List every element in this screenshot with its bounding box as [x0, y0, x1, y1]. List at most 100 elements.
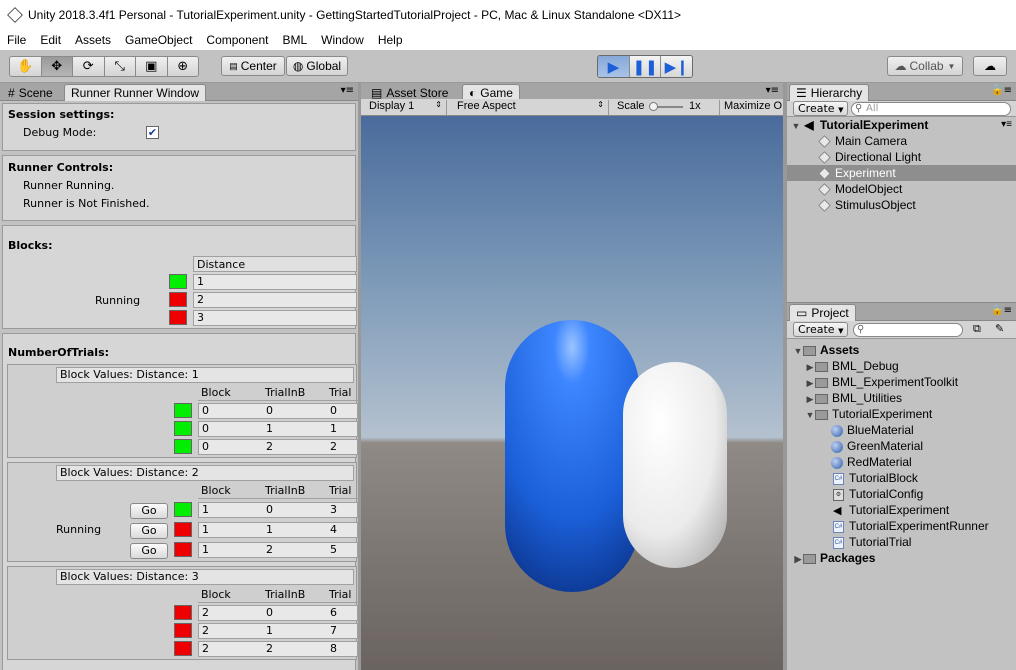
collapsed-arrow-icon[interactable]: ▶: [805, 391, 815, 407]
collapsed-arrow-icon[interactable]: ▶: [805, 359, 815, 375]
cell-trialinb: 2: [266, 543, 273, 556]
hand-icon[interactable]: ✋: [10, 57, 42, 76]
project-folder[interactable]: ▶ BML_Utilities: [787, 390, 1016, 406]
tab-project-label: Project: [811, 306, 849, 320]
play-icon[interactable]: ▶: [598, 56, 630, 77]
project-asset[interactable]: C# TutorialTrial: [787, 534, 1016, 550]
filter-type-icon[interactable]: ⧉: [973, 322, 981, 336]
blue-capsule[interactable]: [505, 320, 639, 592]
tab-project[interactable]: ▭ Project: [789, 304, 856, 321]
play-controls: ▶ ❚❚ ▶❙: [597, 55, 693, 78]
debug-mode-checkbox[interactable]: ✔: [146, 126, 159, 139]
aspect-select[interactable]: Free Aspect ⇕: [453, 100, 609, 115]
project-asset[interactable]: BlueMaterial: [787, 422, 1016, 438]
table-row: 2 1 7: [198, 623, 358, 639]
project-folder[interactable]: ▶ BML_ExperimentToolkit: [787, 374, 1016, 390]
game-render: [505, 320, 727, 592]
lock-icon[interactable]: 🔒≡: [991, 85, 1012, 96]
menu-file[interactable]: File: [0, 33, 33, 47]
expanded-arrow-icon[interactable]: ▼: [805, 407, 815, 423]
menu-gameobject[interactable]: GameObject: [118, 33, 199, 47]
runner-status-finished: Runner is Not Finished.: [23, 197, 150, 210]
transform-icon[interactable]: ⊕: [167, 57, 198, 76]
hierarchy-item[interactable]: Main Camera: [787, 133, 1016, 149]
step-icon[interactable]: ▶❙: [661, 56, 692, 77]
assets-label: Assets: [820, 343, 860, 357]
hierarchy-item-selected[interactable]: Experiment: [787, 165, 1016, 181]
menu-help[interactable]: Help: [371, 33, 410, 47]
blocks-running-label: Running: [95, 294, 141, 307]
hierarchy-item[interactable]: Directional Light: [787, 149, 1016, 165]
cell-trial: 8: [330, 642, 337, 655]
game-view[interactable]: [361, 116, 783, 670]
menu-edit[interactable]: Edit: [33, 33, 68, 47]
project-create-button[interactable]: Create ▼: [793, 322, 849, 337]
scale-icon[interactable]: ⤡: [104, 57, 136, 76]
display-select[interactable]: Display 1 ⇕: [365, 100, 447, 115]
packages-root[interactable]: ▶ Packages: [787, 550, 1016, 566]
space-global-button[interactable]: ◍ Global: [286, 56, 348, 76]
splitter-right[interactable]: [783, 83, 787, 670]
hierarchy-item[interactable]: ModelObject: [787, 181, 1016, 197]
scene-menu-icon[interactable]: ▾≡: [1001, 117, 1012, 133]
menu-bml[interactable]: BML: [275, 33, 314, 47]
rect-icon[interactable]: ▣: [136, 57, 168, 76]
pivot-center-button[interactable]: ▤ Center: [221, 56, 285, 76]
table-row: 2 2 8: [198, 641, 358, 657]
tab-menu-icon[interactable]: ▾≡: [766, 85, 779, 96]
maximize-toggle[interactable]: Maximize O: [719, 100, 783, 115]
project-asset[interactable]: C# TutorialBlock: [787, 470, 1016, 486]
rotate-icon[interactable]: ⟳: [73, 57, 105, 76]
scene-root[interactable]: ▼ ◀ TutorialExperiment ▾≡: [787, 117, 1016, 133]
table-row: 2 0 6: [198, 605, 358, 621]
project-asset[interactable]: ⚙ TutorialConfig: [787, 486, 1016, 502]
project-search-input[interactable]: ⚲: [853, 323, 963, 337]
go-button[interactable]: Go: [130, 523, 168, 539]
move-icon[interactable]: ✥: [41, 57, 73, 76]
session-settings-box: Session settings: Debug Mode: ✔: [2, 103, 356, 151]
scale-slider[interactable]: [649, 102, 683, 111]
menu-assets[interactable]: Assets: [68, 33, 118, 47]
expanded-arrow-icon[interactable]: ▼: [793, 343, 803, 359]
tab-runner-window[interactable]: Runner Runner Window: [64, 84, 207, 101]
cell-block: 2: [202, 606, 209, 619]
tab-scene[interactable]: # Scene: [2, 84, 59, 101]
menu-component[interactable]: Component: [199, 33, 275, 47]
expanded-arrow-icon[interactable]: ▼: [791, 118, 801, 134]
project-asset[interactable]: C# TutorialExperimentRunner: [787, 518, 1016, 534]
scale-label: Scale: [617, 100, 645, 112]
folder-label: TutorialExperiment: [832, 407, 933, 421]
project-asset[interactable]: GreenMaterial: [787, 438, 1016, 454]
menu-window[interactable]: Window: [314, 33, 371, 47]
assets-root[interactable]: ▼ Assets: [787, 342, 1016, 358]
collab-button[interactable]: ☁ Collab ▼: [887, 56, 963, 76]
cell-trial: 2: [330, 440, 337, 453]
hierarchy-create-button[interactable]: Create ▼: [793, 101, 849, 116]
project-folder[interactable]: ▼ TutorialExperiment: [787, 406, 1016, 422]
tab-hierarchy[interactable]: ☰ Hierarchy: [789, 84, 870, 101]
project-asset[interactable]: ◀ TutorialExperiment: [787, 502, 1016, 518]
collapsed-arrow-icon[interactable]: ▶: [805, 375, 815, 391]
lock-icon[interactable]: 🔒≡: [991, 305, 1012, 316]
project-folder[interactable]: ▶ BML_Debug: [787, 358, 1016, 374]
runner-controls-title: Runner Controls:: [8, 161, 114, 174]
go-button[interactable]: Go: [130, 543, 168, 559]
tab-menu-icon[interactable]: ▾≡: [341, 85, 354, 96]
collapsed-arrow-icon[interactable]: ▶: [793, 551, 803, 567]
trial-status-indicator: [174, 403, 192, 418]
cloud-button[interactable]: ☁: [973, 56, 1007, 76]
script-icon: C#: [833, 536, 844, 549]
go-button[interactable]: Go: [130, 503, 168, 519]
splitter-left[interactable]: [358, 83, 361, 670]
pause-icon[interactable]: ❚❚: [629, 56, 662, 77]
hierarchy-search-input[interactable]: ⚲ All: [851, 102, 1011, 116]
blocks-box: Blocks: Distance Running 1 2 3: [2, 225, 357, 329]
material-icon: [831, 456, 843, 469]
hierarchy-item[interactable]: StimulusObject: [787, 197, 1016, 213]
filter-label-icon[interactable]: ✎: [995, 322, 1004, 335]
project-asset[interactable]: RedMaterial: [787, 454, 1016, 470]
scale-slider-handle[interactable]: [649, 102, 658, 111]
white-capsule[interactable]: [623, 362, 727, 568]
folder-label: BML_Utilities: [832, 391, 903, 405]
display-label: Display 1: [369, 100, 415, 112]
